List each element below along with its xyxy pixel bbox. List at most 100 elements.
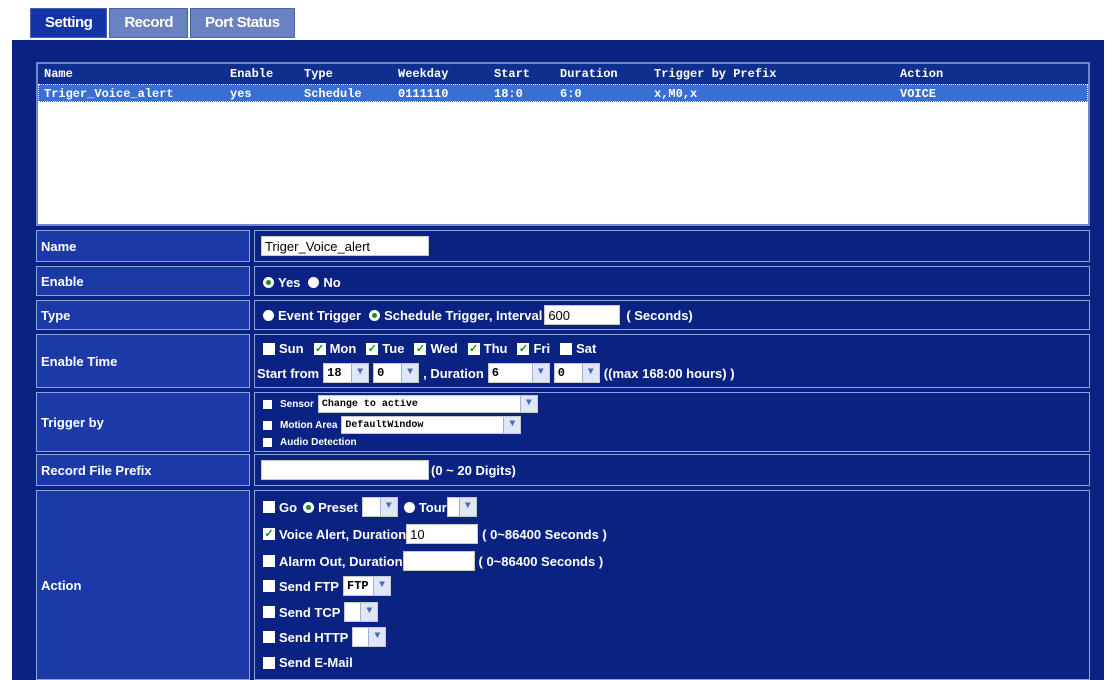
audio-detection-label: Audio Detection [280, 437, 357, 448]
enable-yes-radio[interactable] [263, 277, 274, 288]
chevron-down-icon: ▼ [531, 364, 549, 382]
col-name-header: Name [44, 67, 73, 81]
col-enable-header: Enable [230, 67, 274, 81]
voice-duration-input[interactable]: 10 [406, 524, 479, 544]
list-cell-type: Schedule [304, 87, 362, 101]
interval-unit: ( Seconds) [626, 307, 693, 323]
settings-panel: Name Enable Type Weekday Start Duration … [12, 40, 1104, 680]
schedule-trigger-radio[interactable] [369, 309, 381, 321]
time-range: Start from 18 ▼ 0 ▼ , Duration 6 ▼ 0 ▼ ((max… [257, 363, 735, 383]
prefix-input[interactable] [261, 460, 429, 480]
prefix-note: (0 ~ 20 Digits) [431, 462, 516, 478]
trigger-by-value-cell: Sensor Change to active ▼ Motion Area Def… [254, 392, 1090, 452]
chevron-down-icon: ▼ [351, 364, 369, 382]
col-type-header: Type [304, 67, 333, 81]
alarm-duration-note: ( 0~86400 Seconds ) [478, 553, 604, 569]
sensor-select[interactable]: Change to active ▼ [317, 395, 538, 413]
start-hour-select[interactable]: 18 ▼ [323, 363, 370, 383]
audio-checkbox[interactable] [263, 438, 272, 447]
day-sat-label: Sat [576, 341, 597, 356]
day-sat-checkbox[interactable] [560, 342, 573, 355]
chevron-down-icon: ▼ [401, 364, 419, 382]
day-wed-checkbox[interactable]: ✓ [414, 342, 427, 355]
col-start-header: Start [494, 67, 531, 81]
send-ftp-checkbox[interactable] [263, 580, 275, 592]
max-duration-note: ((max 168:00 hours) ) [603, 365, 735, 381]
name-label: Name [36, 230, 250, 262]
motion-area-select[interactable]: DefaultWindow ▼ [341, 416, 522, 434]
day-tue-checkbox[interactable]: ✓ [366, 342, 379, 355]
prefix-value-cell: (0 ~ 20 Digits) [254, 454, 1090, 486]
col-weekday-header: Weekday [398, 67, 449, 81]
tab-record[interactable]: Record [109, 8, 189, 38]
chevron-down-icon: ▼ [458, 498, 476, 516]
send-email-label: Send E-Mail [279, 655, 353, 670]
motion-label: Motion Area [280, 419, 338, 431]
duration-label: , Duration [423, 365, 484, 381]
voice-alert-checkbox[interactable]: ✓ [263, 528, 275, 540]
tab-port-status[interactable]: Port Status [190, 8, 295, 38]
list-item[interactable]: Triger_Voice_alert yes Schedule 0111110 … [38, 84, 1088, 102]
tour-radio[interactable] [403, 501, 415, 513]
tcp-select[interactable]: ▼ [344, 602, 379, 622]
col-prefix-header: Trigger by Prefix [654, 67, 777, 81]
list-cell-duration: 6:0 [560, 87, 582, 101]
list-cell-prefix: x,M0,x [654, 87, 698, 101]
list-cell-enable: yes [230, 87, 252, 101]
preset-select[interactable]: ▼ [361, 497, 398, 517]
enable-yes-label: Yes [278, 275, 301, 290]
enable-time-value-cell: Sun ✓ Mon ✓ Tue ✓ Wed ✓ Thu ✓ Fri Sat St… [254, 334, 1090, 388]
duration-minute-select[interactable]: 0 ▼ [553, 363, 600, 383]
tour-select[interactable]: ▼ [446, 497, 477, 517]
send-tcp-label: Send TCP [279, 604, 341, 620]
day-mon-checkbox[interactable]: ✓ [313, 342, 326, 355]
sensor-checkbox[interactable] [263, 399, 272, 409]
day-sun-checkbox[interactable] [263, 342, 275, 355]
send-tcp-checkbox[interactable] [263, 606, 275, 618]
name-value-cell: Triger_Voice_alert [254, 230, 1090, 262]
ftp-select[interactable]: FTP ▼ [342, 576, 391, 596]
day-fri-checkbox[interactable]: ✓ [517, 342, 530, 355]
event-trigger-label: Event Trigger [278, 307, 362, 323]
event-list[interactable]: Name Enable Type Weekday Start Duration … [36, 62, 1090, 226]
day-sun-label: Sun [279, 341, 304, 356]
day-mon-label: Mon [329, 341, 357, 356]
chevron-down-icon: ▼ [519, 396, 537, 412]
interval-input[interactable]: 600 [544, 305, 621, 325]
day-fri-label: Fri [533, 341, 551, 356]
http-select[interactable]: ▼ [352, 627, 387, 647]
enable-no-radio[interactable] [308, 277, 320, 288]
type-label: Type [36, 300, 250, 330]
action-row: Action Go Preset ▼ Tour ▼ ✓ Voice Alert,… [36, 490, 1090, 680]
tour-label: Tour [418, 499, 447, 515]
alarm-out-checkbox[interactable] [263, 555, 275, 567]
schedule-trigger-label: Schedule Trigger, Interval [384, 307, 543, 323]
chevron-down-icon: ▼ [368, 628, 386, 646]
enable-no-label: No [323, 275, 341, 290]
go-checkbox[interactable] [263, 501, 275, 513]
send-email-checkbox[interactable] [263, 656, 275, 669]
day-thu-label: Thu [483, 341, 508, 356]
chevron-down-icon: ▼ [581, 364, 599, 382]
send-http-label: Send HTTP [279, 629, 349, 645]
motion-checkbox[interactable] [263, 420, 272, 430]
start-minute-select[interactable]: 0 ▼ [373, 363, 420, 383]
duration-hour-select[interactable]: 6 ▼ [487, 363, 550, 383]
tab-setting[interactable]: Setting [30, 8, 108, 38]
enable-label: Enable [36, 266, 250, 296]
send-http-checkbox[interactable] [263, 631, 275, 643]
voice-alert-label: Voice Alert, Duration [279, 526, 407, 542]
alarm-duration-input[interactable] [402, 551, 475, 571]
chevron-down-icon: ▼ [372, 577, 390, 595]
prefix-row: Record File Prefix (0 ~ 20 Digits) [36, 454, 1090, 486]
go-label: Go [279, 499, 298, 515]
day-thu-checkbox[interactable]: ✓ [467, 342, 480, 355]
event-trigger-radio[interactable] [263, 309, 274, 321]
day-wed-label: Wed [430, 341, 458, 356]
alarm-out-label: Alarm Out, Duration [279, 553, 403, 569]
preset-radio[interactable] [303, 501, 315, 513]
name-input[interactable]: Triger_Voice_alert [261, 236, 429, 256]
list-cell-name: Triger_Voice_alert [44, 87, 174, 101]
day-tue-label: Tue [382, 341, 405, 356]
col-duration-header: Duration [560, 67, 618, 81]
